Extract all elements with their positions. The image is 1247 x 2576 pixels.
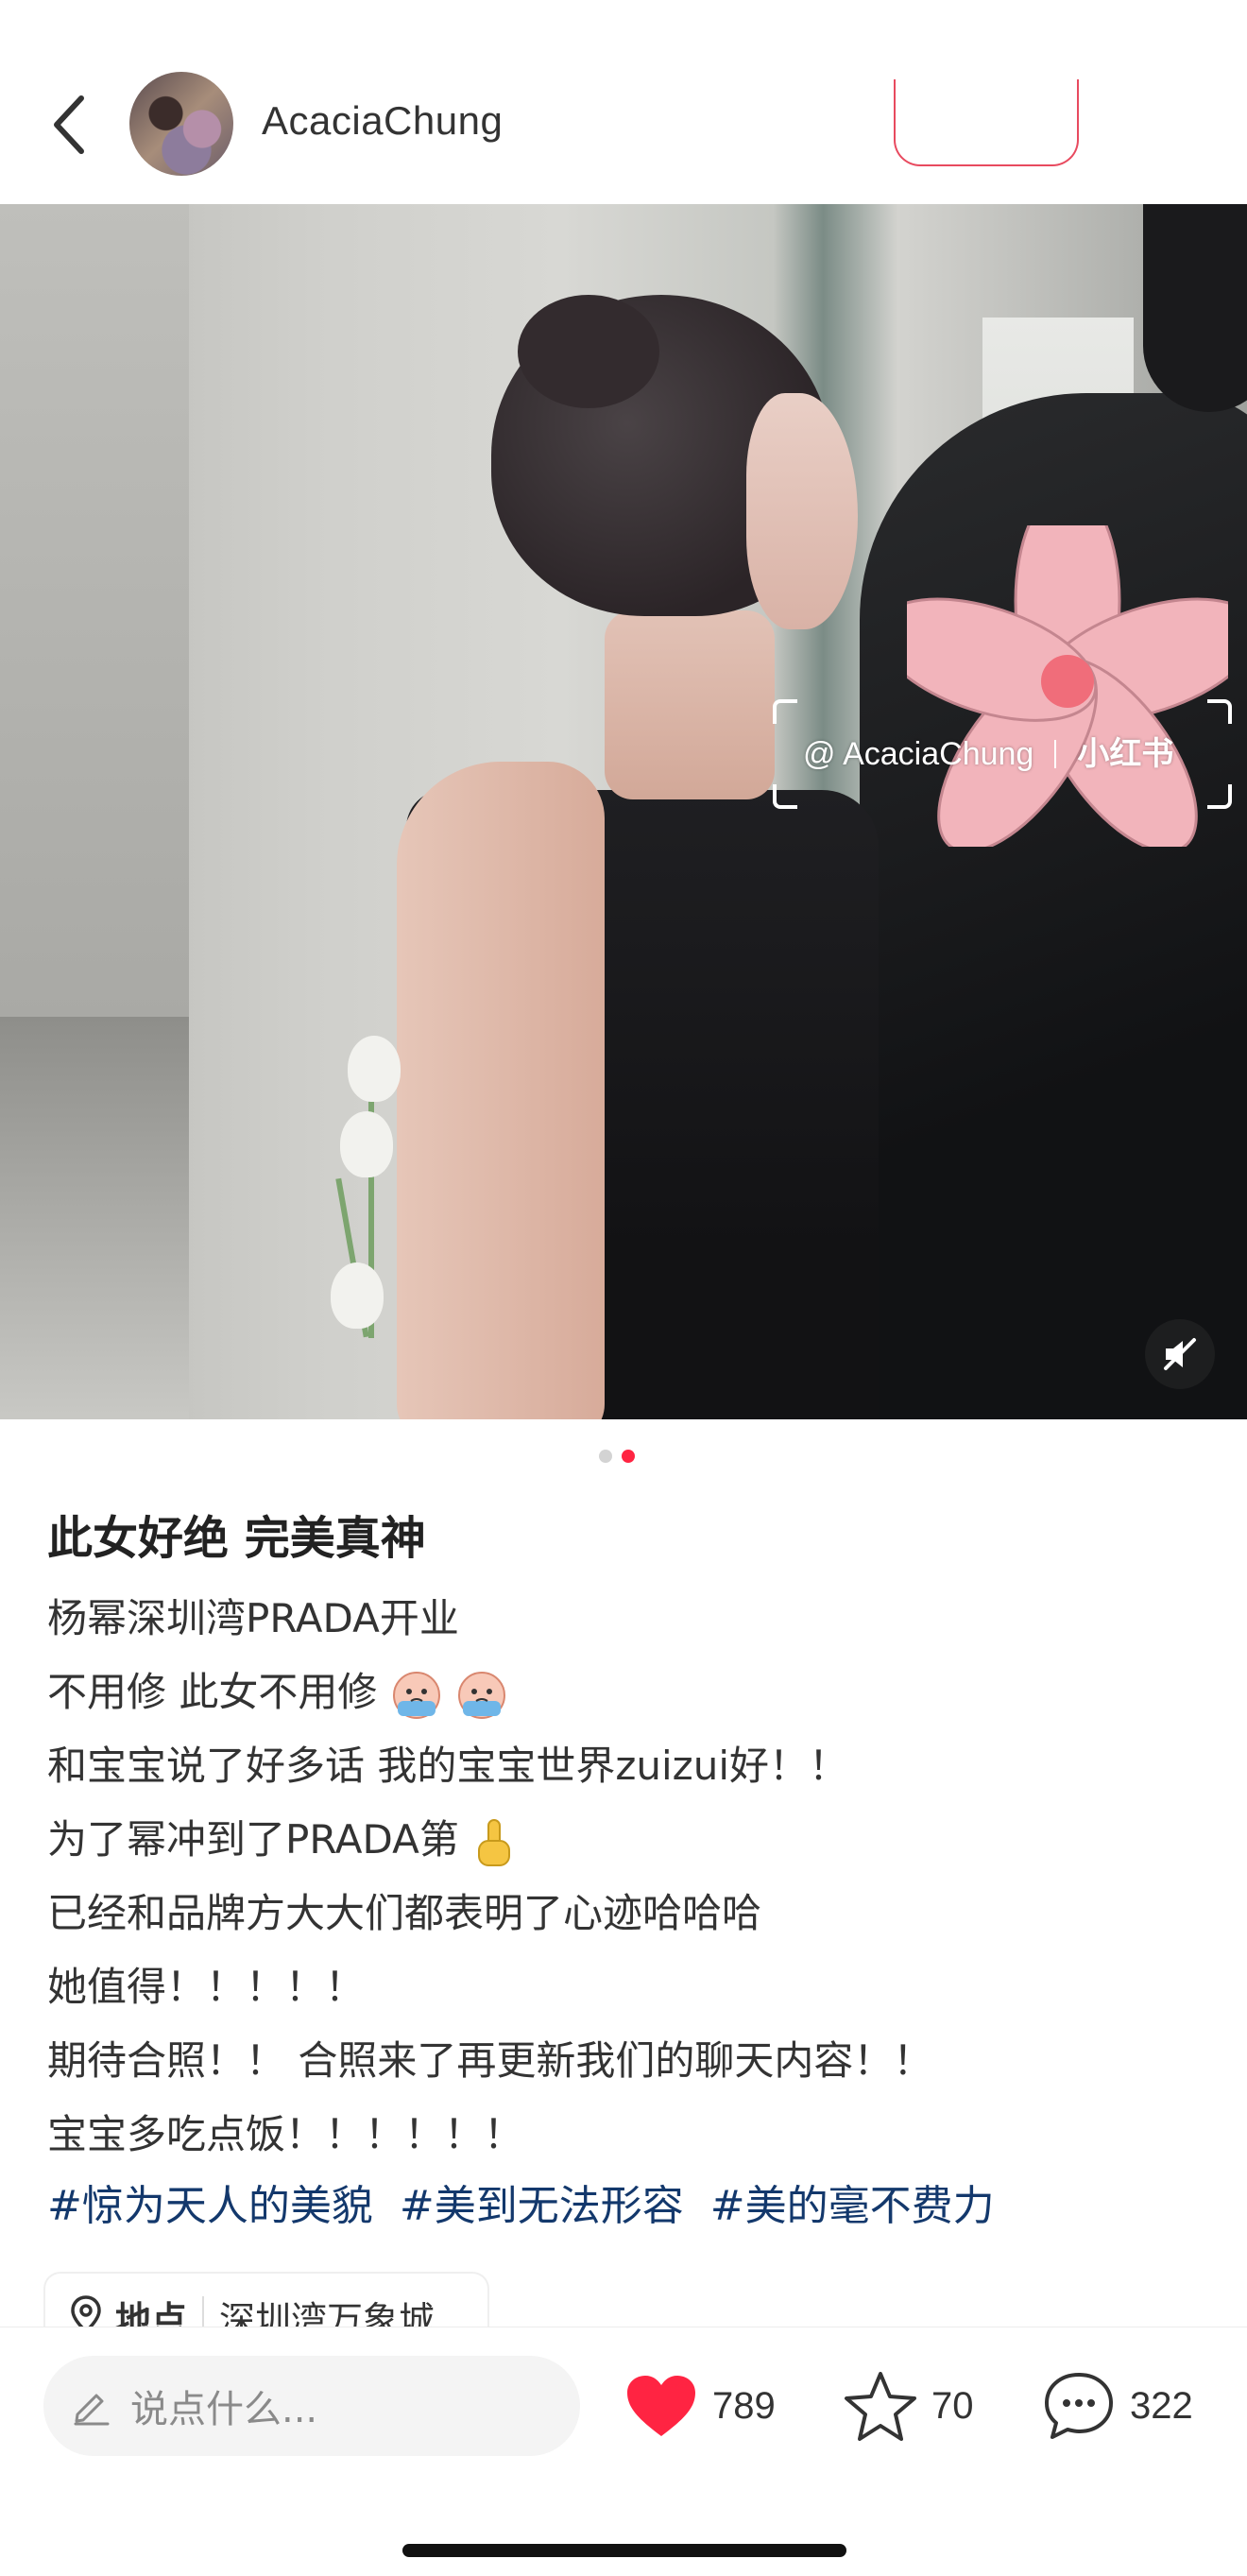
crying-face-emoji-icon [392,1671,440,1719]
pencil-icon [74,2394,110,2426]
author-avatar[interactable] [129,72,233,176]
comment-button[interactable]: 322 [1041,2365,1193,2447]
post-line: 和宝宝说了好多话 我的宝宝世界zuizui好！！ [47,1743,849,1789]
comment-placeholder: 说点什么... [130,2388,318,2431]
hashtag-link[interactable]: #惊为天人的美貌 [47,2182,373,2230]
bottom-action-bar: 说点什么... 789 70 322 [0,2327,1247,2576]
chevron-left-icon [54,95,84,154]
top-bar: AcaciaChung [0,0,1247,204]
star-count: 70 [931,2384,974,2427]
hashtag-link[interactable]: #美的毫不费力 [710,2182,995,2230]
like-count: 789 [712,2384,776,2427]
post-line: 不用修 此女不用修 [47,1656,1209,1729]
post-line: 已经和品牌方大大们都表明了心迹哈哈哈 [47,1890,762,1936]
back-button[interactable] [42,87,98,163]
author-name[interactable]: AcaciaChung [262,98,503,144]
home-indicator[interactable] [402,2544,846,2557]
pointing-up-emoji-icon [478,1818,511,1866]
comment-bubble-icon [1045,2373,1113,2439]
crying-face-emoji-icon [458,1671,506,1719]
mute-button[interactable] [1145,1319,1215,1389]
star-icon [845,2372,916,2441]
post-line: 为了幂冲到了PRADA第 [47,1803,1209,1877]
tulips [331,1036,416,1348]
post-line: 宝宝多吃点饭！！！！！！ [47,2111,524,2157]
post-title: 此女好绝 完美真神 [47,1512,426,1565]
collect-button[interactable]: 70 [843,2365,974,2447]
post-line: 杨幂深圳湾PRADA开业 [47,1595,459,1641]
post-body: 杨幂深圳湾PRADA开业 不用修 此女不用修 和宝宝说了好多话 我的宝宝世界zu… [47,1582,1209,2172]
comment-count: 322 [1130,2384,1193,2427]
like-button[interactable]: 789 [624,2365,776,2447]
heart-icon [627,2376,695,2436]
watermark-user: @ AcaciaChung [803,736,1034,772]
hashtag-link[interactable]: #美到无法形容 [400,2182,684,2230]
post-image[interactable]: @ AcaciaChung 小红书 [0,204,1247,1419]
comment-input[interactable]: 说点什么... [43,2356,580,2456]
post-line: 她值得！！！！！ [47,1964,366,2010]
follow-button[interactable] [894,79,1079,166]
pager-dot-active[interactable] [622,1450,635,1463]
post-line: 期待合照！！ 合照来了再更新我们的聊天内容！！ [47,2037,933,2084]
sound-off-icon [1164,1338,1196,1370]
watermark: @ AcaciaChung 小红书 [773,699,1232,809]
image-pager [599,1450,635,1463]
watermark-brand: 小红书 [1077,736,1174,772]
post-line-text: 为了幂冲到了PRADA第 [47,1816,459,1863]
post-line-text: 不用修 此女不用修 [47,1669,378,1715]
pager-dot[interactable] [599,1450,612,1463]
hashtag-list: #惊为天人的美貌 #美到无法形容 #美的毫不费力 [47,2172,1008,2232]
